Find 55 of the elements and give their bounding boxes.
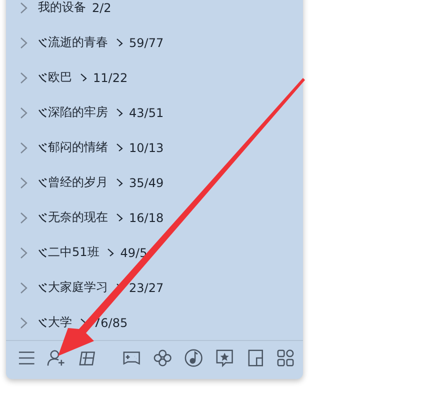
squiggle-icon [38, 282, 47, 292]
music-icon[interactable] [184, 348, 204, 368]
group-count: 16/18 [129, 210, 164, 224]
group-count: 35/49 [129, 176, 164, 190]
squiggle-icon [38, 142, 47, 152]
apps-icon[interactable] [276, 348, 295, 368]
group-count: 2/2 [92, 0, 112, 14]
group-name: 郁闷的情绪 [48, 139, 108, 156]
hook-icon [80, 73, 87, 82]
group-name: 大家庭学习 [48, 279, 108, 296]
group-count: 10/13 [129, 140, 164, 154]
squiggle-icon [38, 38, 47, 48]
app-icon[interactable] [78, 349, 98, 367]
squiggle-icon [38, 318, 47, 328]
hook-icon [116, 143, 123, 152]
group-name: 欧巴 [48, 69, 72, 86]
chevron-icon[interactable] [20, 282, 28, 294]
chevron-icon[interactable] [20, 142, 28, 154]
group-count: 43/51 [129, 106, 164, 120]
chevron-icon[interactable] [20, 246, 28, 258]
chevron-icon[interactable] [20, 36, 28, 48]
add-contact-icon[interactable] [47, 349, 66, 367]
group-count: 76/85 [93, 316, 128, 330]
chevron-icon[interactable] [20, 106, 28, 118]
group-count: 49/5 [120, 246, 148, 260]
hook-icon [116, 38, 123, 47]
group-name: 无奈的现在 [48, 209, 108, 226]
hook-icon [107, 248, 114, 257]
chevron-icon[interactable] [20, 212, 28, 224]
group-name: 二中51班 [48, 244, 100, 261]
group-name: 曾经的岁月 [48, 174, 108, 191]
note-icon[interactable] [246, 348, 264, 368]
flower-icon[interactable] [152, 349, 172, 367]
chevron-icon[interactable] [20, 316, 28, 328]
group-count: 11/22 [93, 70, 128, 84]
gamepad-icon[interactable] [122, 349, 141, 367]
chevron-icon[interactable] [20, 72, 28, 84]
squiggle-icon [38, 108, 47, 118]
squiggle-icon [38, 212, 47, 222]
menu-icon[interactable] [18, 350, 36, 366]
hook-icon [116, 178, 123, 187]
squiggle-icon [38, 178, 47, 188]
group-name: 大学 [48, 314, 72, 331]
group-name: 深陷的牢房 [48, 104, 108, 121]
chevron-icon[interactable] [20, 2, 28, 14]
hook-icon [116, 108, 123, 117]
squiggle-icon [38, 248, 47, 258]
star-icon[interactable] [215, 348, 234, 368]
hook-icon [116, 213, 123, 222]
group-name: 我的设备 [38, 0, 86, 16]
chevron-icon[interactable] [20, 176, 28, 188]
squiggle-icon [38, 72, 47, 82]
group-name: 流逝的青春 [48, 34, 108, 51]
group-count: 23/27 [129, 280, 164, 294]
group-count: 59/77 [129, 36, 164, 50]
